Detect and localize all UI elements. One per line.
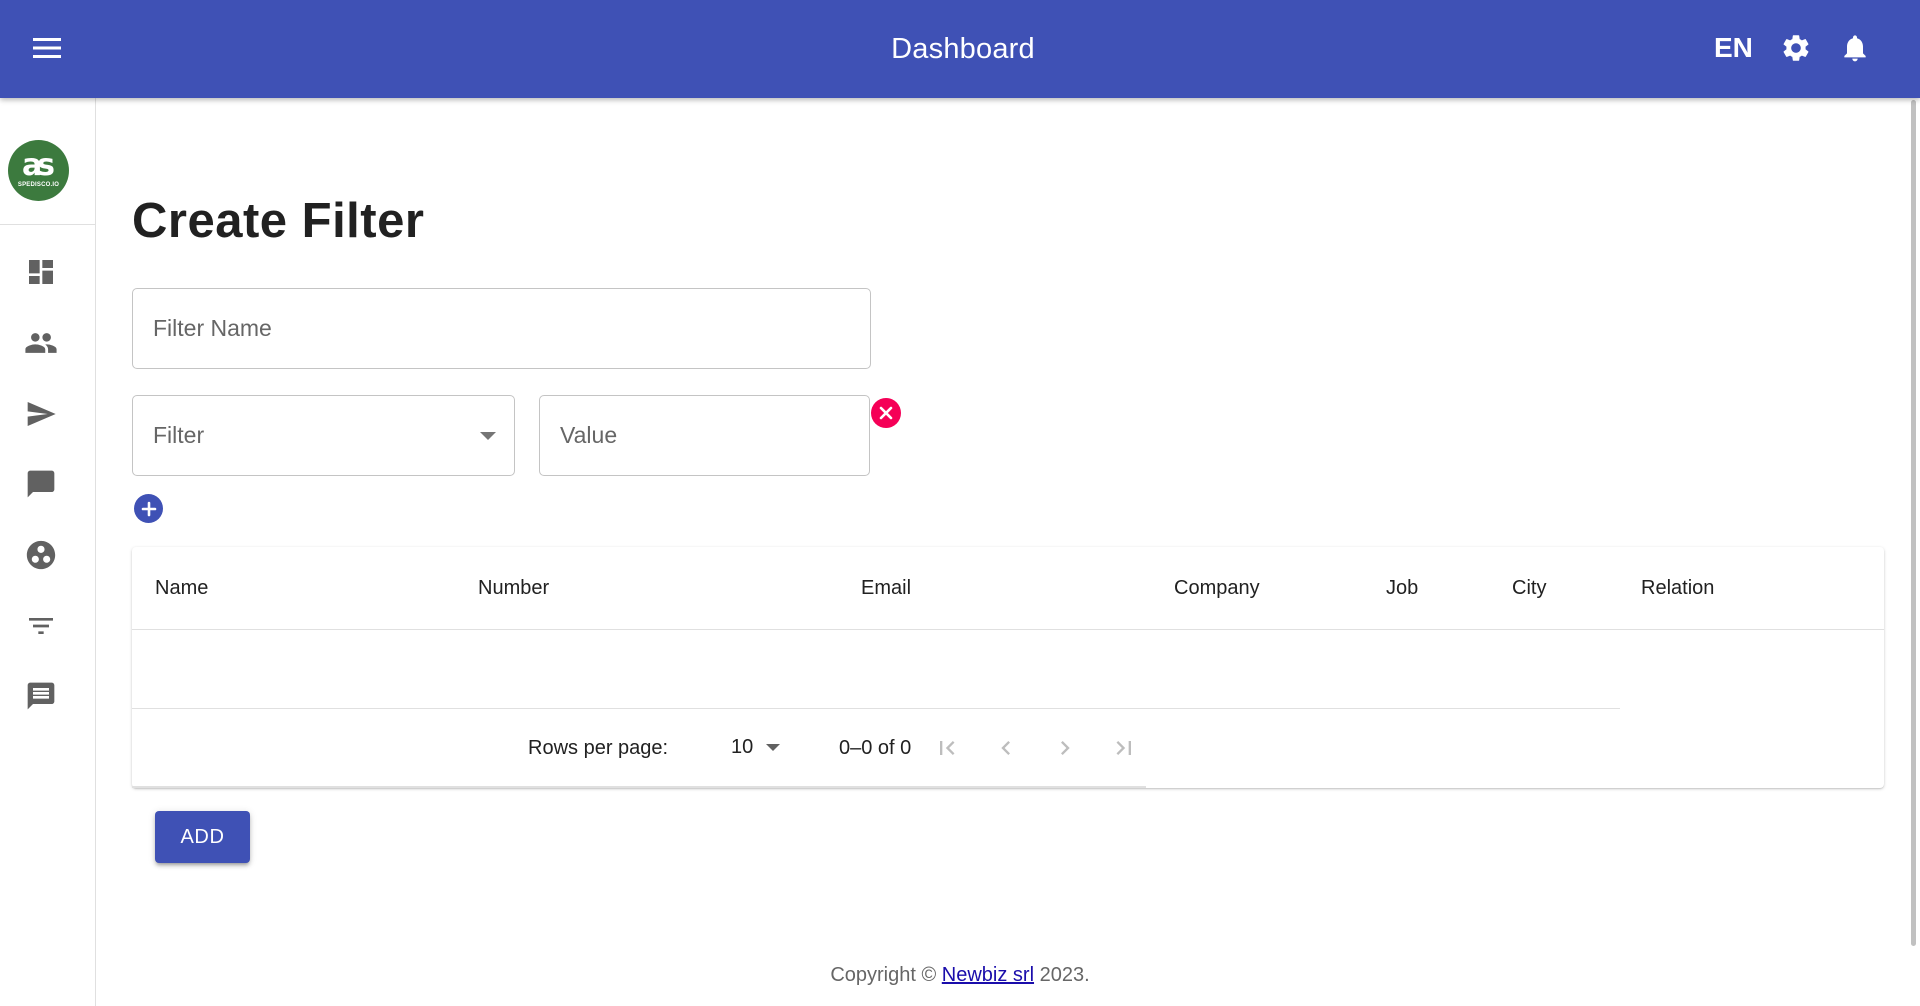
column-header-relation[interactable]: Relation (1641, 547, 1714, 630)
column-header-city[interactable]: City (1512, 547, 1546, 630)
settings-button[interactable] (1774, 26, 1818, 70)
rows-per-page-label: Rows per page: (528, 737, 669, 759)
pagination-range: 0–0 of 0 (839, 737, 912, 759)
first-page-button[interactable] (925, 726, 969, 770)
arrow-drop-down-icon (766, 744, 780, 751)
last-page-button[interactable] (1102, 726, 1146, 770)
filter-name-input[interactable] (133, 289, 870, 368)
value-input[interactable] (540, 396, 869, 475)
first-page-icon (940, 741, 955, 755)
people-icon (25, 333, 57, 353)
company-link[interactable]: Newbiz srl (942, 964, 1034, 986)
sidebar-item-messages[interactable] (18, 673, 64, 719)
chevron-left-icon (1001, 741, 1010, 755)
app-title: Dashboard (891, 33, 1035, 65)
message-icon (27, 682, 55, 710)
filter-select-label: Filter (153, 422, 205, 448)
copyright-year: 2023. (1039, 964, 1090, 986)
previous-page-button[interactable] (984, 726, 1028, 770)
close-icon (879, 406, 893, 420)
rows-per-page-value: 10 (731, 736, 754, 758)
app-bar: Dashboard EN (0, 0, 1920, 98)
sidebar-item-dashboard[interactable] (18, 249, 64, 295)
logo-mark: as (21, 148, 55, 183)
contacts-table: Name Number Email Company Job City Relat… (132, 547, 1884, 788)
add-button[interactable]: ADD (155, 811, 250, 863)
chevron-right-icon (1061, 741, 1070, 755)
scrollbar-thumb[interactable] (1911, 100, 1916, 946)
column-header-company[interactable]: Company (1174, 547, 1260, 630)
filter-list-icon (29, 618, 53, 634)
main-content: Create Filter Filter Name Number Email C… (97, 98, 1920, 1006)
add-filter-button[interactable] (134, 494, 163, 523)
logo-text: SPEDISCO.IO (17, 182, 60, 188)
footer: Copyright © Newbiz srl 2023. (97, 964, 1823, 987)
filter-select[interactable]: Filter (132, 395, 515, 476)
sidebar-item-send[interactable] (18, 391, 64, 437)
table-pagination: Rows per page: 10 0–0 of 0 (132, 709, 1884, 788)
language-switcher[interactable]: EN (1714, 30, 1753, 66)
settings-icon (1783, 35, 1809, 61)
page-title: Create Filter (132, 194, 425, 248)
plus-icon (141, 501, 156, 516)
page-scrollbar[interactable] (1908, 98, 1920, 1006)
column-header-number[interactable]: Number (478, 547, 549, 630)
sidebar-item-chat[interactable] (18, 461, 64, 507)
notifications-button[interactable] (1833, 26, 1877, 70)
brand-logo[interactable]: as SPEDISCO.IO (8, 140, 69, 201)
table-header: Name Number Email Company Job City Relat… (132, 547, 1884, 630)
pagination-divider (132, 786, 1146, 788)
value-field[interactable] (539, 395, 870, 476)
sidebar-item-filters[interactable] (18, 603, 64, 649)
group-work-icon (26, 540, 56, 570)
column-header-email[interactable]: Email (861, 547, 911, 630)
dashboard-icon (29, 260, 53, 284)
copyright-prefix: Copyright © (830, 964, 937, 986)
sidebar-item-groups[interactable] (18, 532, 64, 578)
rows-per-page-select[interactable]: 10 (726, 727, 786, 767)
column-header-name[interactable]: Name (155, 547, 208, 630)
notifications-icon (1844, 35, 1866, 62)
column-header-job[interactable]: Job (1386, 547, 1418, 630)
last-page-icon (1116, 741, 1131, 755)
sidebar-item-contacts[interactable] (18, 320, 64, 366)
filter-name-field[interactable] (132, 288, 871, 369)
remove-filter-button[interactable] (871, 398, 901, 428)
chat-bubble-icon (27, 470, 55, 498)
sidebar-divider (0, 224, 95, 225)
sidebar: as SPEDISCO.IO (0, 98, 96, 1006)
next-page-button[interactable] (1043, 726, 1087, 770)
arrow-drop-down-icon (480, 432, 496, 440)
send-icon (27, 402, 56, 426)
